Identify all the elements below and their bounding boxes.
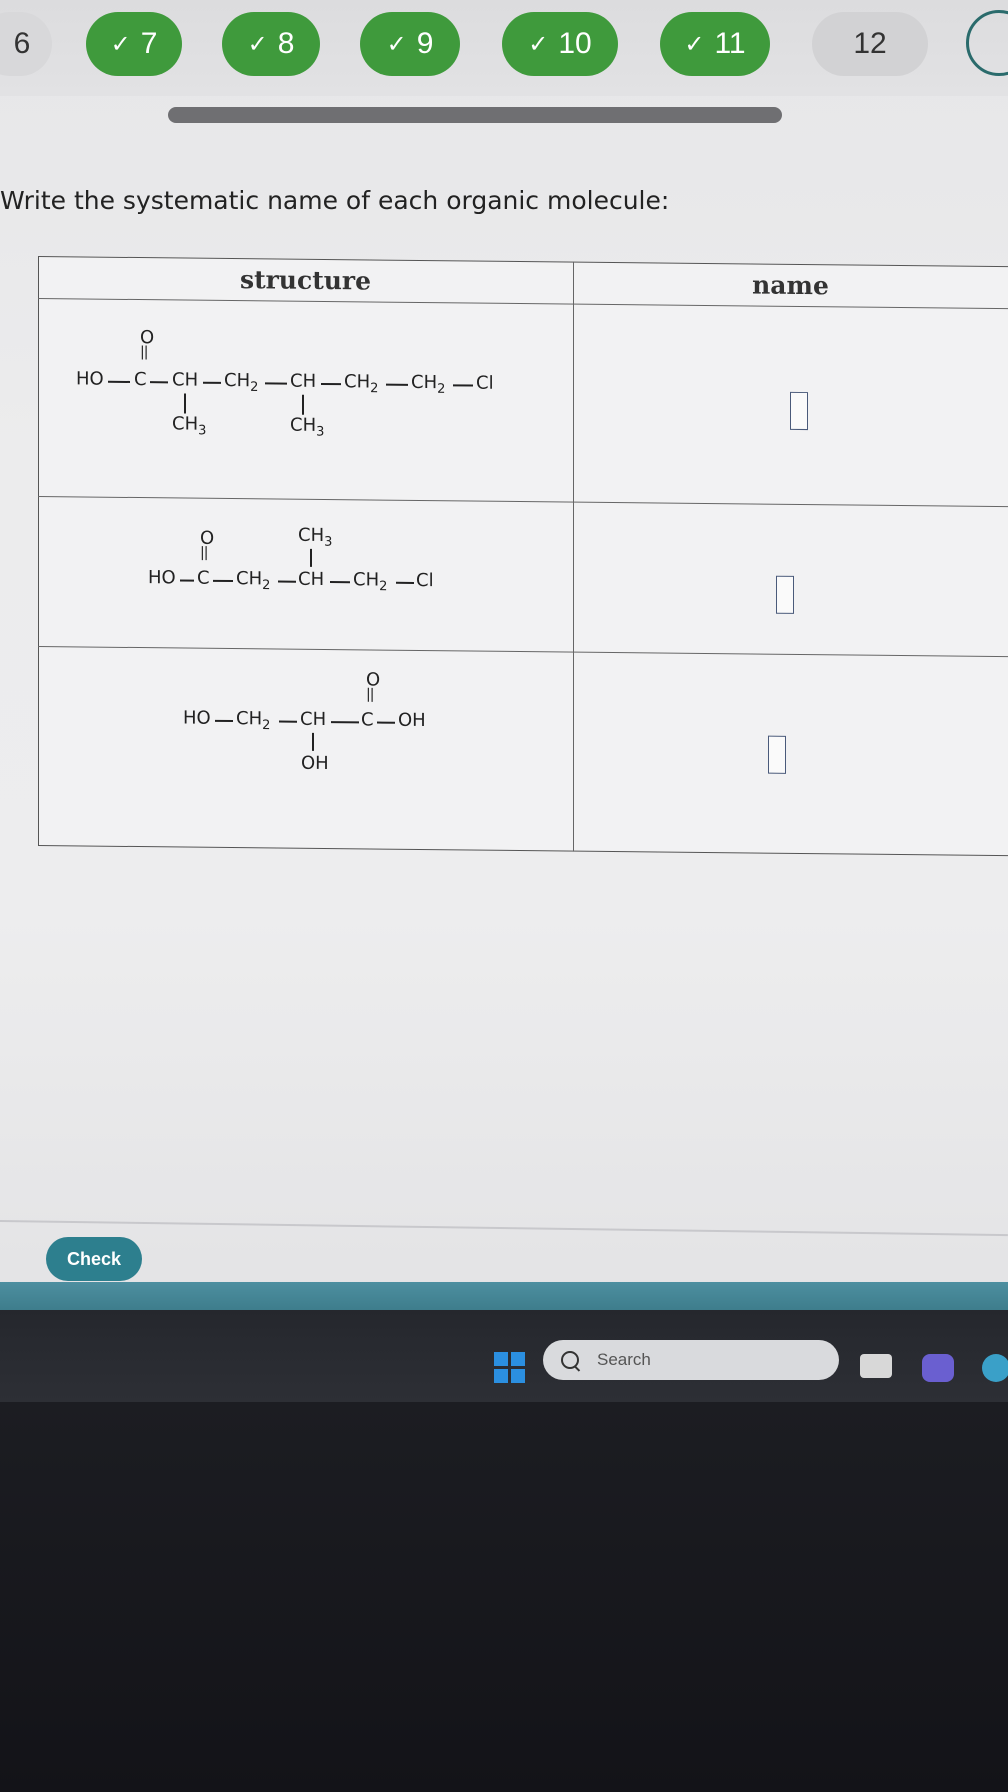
nav-item-11[interactable]: ✓ 11 [660,12,770,76]
progress-ring-icon [966,10,1008,76]
check-icon: ✓ [247,30,268,58]
header-name: name [752,269,829,300]
check-button[interactable]: Check [46,1237,142,1281]
nav-item-7[interactable]: ✓ 7 [86,12,182,76]
check-icon: ✓ [386,30,407,58]
nav-item-9[interactable]: ✓ 9 [360,12,460,76]
check-icon: ✓ [110,30,131,58]
windows-taskbar: Search [0,1310,1008,1402]
nav-item-8[interactable]: ✓ 8 [222,12,320,76]
monitor-bezel [0,1402,1008,1792]
header-structure: structure [240,264,371,295]
progress-bar [168,107,782,123]
answer-input-1[interactable] [790,391,808,431]
check-icon: ✓ [528,30,549,58]
footer-divider [0,1220,1008,1237]
browser-viewport: 6 ✓ 7 ✓ 8 ✓ 9 ✓ 10 ✓ 11 12 Write the sys… [0,0,1008,1310]
nav-item-12[interactable]: 12 [812,12,928,76]
nav-item-10[interactable]: ✓ 10 [502,12,618,76]
windows-start-icon[interactable] [494,1352,526,1384]
teams-icon[interactable] [922,1354,954,1382]
check-icon: ✓ [684,30,705,58]
table-border [38,256,1008,857]
question-nav-bar: 6 ✓ 7 ✓ 8 ✓ 9 ✓ 10 ✓ 11 12 [0,0,1008,96]
instruction-text: Write the systematic name of each organi… [0,186,670,215]
answer-input-3[interactable] [768,735,786,774]
molecule-table: structure name O || HO C CH CH3 CH2 CH C… [38,256,1008,857]
file-explorer-icon[interactable] [860,1354,892,1378]
footer-strip [0,1282,1008,1310]
answer-input-2[interactable] [776,575,794,614]
taskbar-search[interactable]: Search [543,1340,839,1380]
search-icon [561,1351,579,1369]
edge-icon[interactable] [982,1354,1008,1382]
column-divider [573,261,574,852]
nav-item-6[interactable]: 6 [0,12,52,76]
